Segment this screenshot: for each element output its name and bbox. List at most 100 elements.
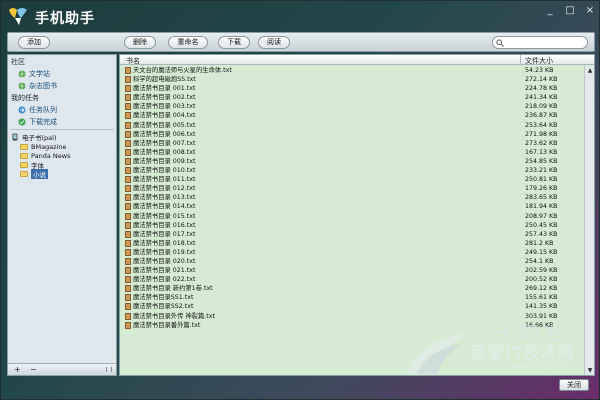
file-size: 272.14 KB (525, 76, 558, 84)
sidebar-item-label: 下载完成 (29, 118, 57, 126)
file-size: 257.43 KB (525, 230, 558, 238)
globe-icon (18, 82, 26, 90)
column-header-size[interactable]: 文件大小 (525, 56, 553, 66)
add-button[interactable]: 添加 (18, 36, 50, 49)
file-size: 54.23 KB (525, 67, 554, 74)
file-size: 208.97 KB (525, 212, 558, 220)
rename-button[interactable]: 重命名 (168, 36, 208, 49)
tree-item-novels[interactable]: 小说 (20, 168, 48, 179)
section-tasks-title: 我的任务 (11, 94, 39, 102)
add-folder-button[interactable]: + (14, 365, 21, 374)
file-name: 魔法禁书目录 009.txt (133, 157, 196, 165)
table-row[interactable]: 魔法禁书目录 008.txt 167.13 KB (120, 148, 582, 157)
book-icon (125, 248, 131, 256)
table-row[interactable]: 科学的超电磁炮SS.txt 272.14 KB (120, 75, 582, 84)
column-header-name[interactable]: 书名 (126, 56, 140, 66)
read-button[interactable]: 阅读 (258, 36, 290, 49)
file-name: 魔法禁书目录 008.txt (133, 148, 196, 156)
book-icon (125, 148, 131, 156)
table-row[interactable]: 天文台的魔法师与火星的生命体.txt 54.23 KB (120, 66, 582, 75)
book-icon (125, 294, 131, 302)
table-row[interactable]: 魔法禁书目录 009.txt 254.85 KB (120, 157, 582, 166)
watermark-site-name: 我爱IT技术网 (471, 343, 575, 362)
table-row[interactable]: 魔法禁书目录SS1.txt 155.61 KB (120, 293, 582, 302)
search-input[interactable] (505, 38, 583, 48)
remove-folder-button[interactable]: − (30, 365, 37, 374)
file-size: 218.09 KB (525, 103, 558, 111)
tree-item-panda-news[interactable]: Panda News (20, 151, 70, 160)
table-row[interactable]: 魔法禁书目录 001.txt 224.78 KB (120, 84, 582, 93)
close-window-button[interactable]: × (583, 5, 597, 17)
file-name: 魔法禁书目录 新约第1卷.txt (133, 285, 213, 293)
folder-icon (20, 152, 28, 159)
table-row[interactable]: 魔法禁书目录 011.txt 250.81 KB (120, 175, 582, 184)
table-row[interactable]: 魔法禁书目录SS2.txt 141.35 KB (120, 302, 582, 311)
file-size: 254.1 KB (525, 257, 554, 265)
table-row[interactable]: 魔法禁书目录 006.txt 271.98 KB (120, 130, 582, 139)
file-name: 魔法禁书目录 004.txt (133, 112, 196, 120)
search-box[interactable] (492, 36, 588, 49)
file-name: 魔法禁书目录 005.txt (133, 121, 196, 129)
file-name: 魔法禁书目录 012.txt (133, 185, 196, 193)
table-row[interactable]: 魔法禁书目录 013.txt 283.65 KB (120, 193, 582, 202)
table-row[interactable]: 魔法禁书目录 022.txt 200.52 KB (120, 275, 582, 284)
file-name: 魔法禁书目录 011.txt (133, 176, 196, 184)
file-size: 253.64 KB (525, 121, 558, 129)
sidebar-item-download-complete[interactable]: 下载完成 (18, 117, 57, 127)
resize-grip-icon[interactable] (106, 367, 112, 372)
file-name: 魔法禁书目录番外篇.txt (133, 321, 201, 329)
table-row[interactable]: 魔法禁书目录 012.txt 179.26 KB (120, 184, 582, 193)
table-row[interactable]: 魔法禁书目录 新约第1卷.txt 269.12 KB (120, 284, 582, 293)
file-size: 283.65 KB (525, 194, 558, 202)
sidebar-item-magazines[interactable]: 杂志图书 (18, 81, 57, 91)
minimize-button[interactable]: _ (543, 5, 557, 17)
column-divider (520, 55, 521, 65)
table-row[interactable]: 魔法禁书目录 016.txt 250.45 KB (120, 221, 582, 230)
file-size: 281.2 KB (525, 239, 554, 247)
section-community-title: 社区 (11, 58, 25, 66)
file-size: 233.21 KB (525, 167, 558, 175)
book-icon (125, 67, 131, 74)
book-icon (125, 176, 131, 184)
sidebar-item-literature[interactable]: 文学站 (18, 69, 50, 79)
download-button[interactable]: 下载 (218, 36, 250, 49)
table-row[interactable]: 魔法禁书目录 003.txt 218.09 KB (120, 102, 582, 111)
table-row[interactable]: 魔法禁书目录 010.txt 233.21 KB (120, 166, 582, 175)
file-size: 141.35 KB (525, 303, 558, 311)
close-button[interactable]: 关闭 (559, 379, 589, 391)
book-icon (125, 212, 131, 220)
title-bar[interactable]: 手机助手 _ □ × (1, 1, 600, 31)
file-size: 250.45 KB (525, 221, 558, 229)
book-icon (125, 130, 131, 138)
queue-icon (18, 106, 26, 114)
delete-button[interactable]: 删除 (124, 36, 156, 49)
tree-root-ebooks[interactable]: 电子书(pal) (11, 132, 57, 142)
table-row[interactable]: 魔法禁书目录 002.txt 241.34 KB (120, 93, 582, 102)
table-row[interactable]: 魔法禁书目录 017.txt 257.43 KB (120, 230, 582, 239)
file-size: 273.62 KB (525, 139, 558, 147)
file-size: 271.98 KB (525, 130, 558, 138)
file-size: 250.81 KB (525, 176, 558, 184)
maximize-button[interactable]: □ (563, 5, 577, 17)
file-name: 魔法禁书目录 022.txt (133, 276, 196, 284)
table-row[interactable]: 魔法禁书目录 004.txt 236.87 KB (120, 111, 582, 120)
table-row[interactable]: 魔法禁书目录 021.txt 202.59 KB (120, 266, 582, 275)
file-name: 魔法禁书目录 019.txt (133, 248, 196, 256)
file-size: 236.87 KB (525, 112, 558, 120)
table-row[interactable]: 魔法禁书目录 014.txt 181.94 KB (120, 202, 582, 211)
table-row[interactable]: 魔法禁书目录 020.txt 254.1 KB (120, 257, 582, 266)
table-row[interactable]: 魔法禁书目录 018.txt 281.2 KB (120, 239, 582, 248)
tree-item-bmagazine[interactable]: BMagazine (20, 142, 67, 151)
table-row[interactable]: 魔法禁书目录 005.txt 253.64 KB (120, 121, 582, 130)
sidebar-divider (10, 129, 114, 130)
file-name: 魔法禁书目录 006.txt (133, 130, 196, 138)
file-name: 魔法禁书目录 015.txt (133, 212, 196, 220)
tree-item-label: BMagazine (31, 142, 67, 151)
table-row[interactable]: 魔法禁书目录 019.txt 249.15 KB (120, 248, 582, 257)
file-name: 魔法禁书目录 020.txt (133, 257, 196, 265)
table-row[interactable]: 魔法禁书目录 007.txt 273.62 KB (120, 139, 582, 148)
scroll-up-icon[interactable]: ▲ (586, 67, 594, 75)
file-size: 224.78 KB (525, 85, 558, 93)
sidebar-item-task-queue[interactable]: 任务队列 (18, 105, 57, 115)
table-row[interactable]: 魔法禁书目录 015.txt 208.97 KB (120, 212, 582, 221)
